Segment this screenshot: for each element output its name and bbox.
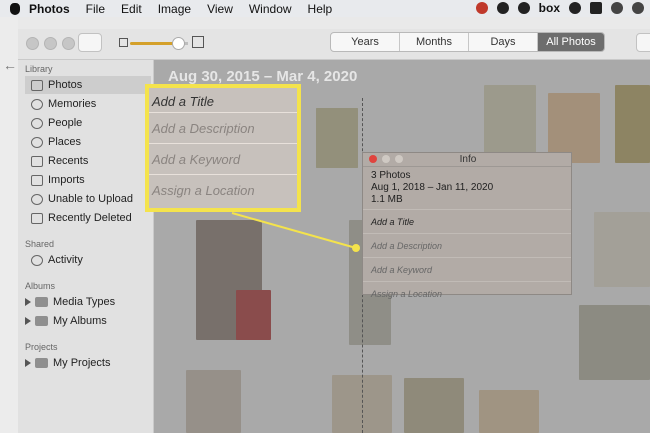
callout-line xyxy=(231,212,357,249)
info-location-field[interactable]: Assign a Location xyxy=(363,281,571,305)
callout-location-field[interactable]: Assign a Location xyxy=(149,175,297,205)
info-keyword-field[interactable]: Add a Keyword xyxy=(363,257,571,281)
callout-dot xyxy=(352,244,360,252)
info-description-field[interactable]: Add a Description xyxy=(363,233,571,257)
metadata-callout: Add a Title Add a Description Add a Keyw… xyxy=(145,84,301,212)
callout-title-field[interactable]: Add a Title xyxy=(149,88,297,113)
callout-description-field[interactable]: Add a Description xyxy=(149,113,297,144)
info-date-range: Aug 1, 2018 – Jan 11, 2020 xyxy=(371,182,494,193)
info-photo-count: 3 Photos xyxy=(371,170,411,181)
info-title-field[interactable]: Add a Title xyxy=(363,209,571,233)
info-summary: 3 Photos Aug 1, 2018 – Jan 11, 2020 1.1 … xyxy=(363,167,571,209)
callout-keyword-field[interactable]: Add a Keyword xyxy=(149,144,297,175)
info-panel-title: Info xyxy=(459,154,477,165)
info-panel: Info 3 Photos Aug 1, 2018 – Jan 11, 2020… xyxy=(362,152,572,299)
info-file-size: 1.1 MB xyxy=(371,194,403,205)
info-panel-header: Info xyxy=(363,153,571,167)
